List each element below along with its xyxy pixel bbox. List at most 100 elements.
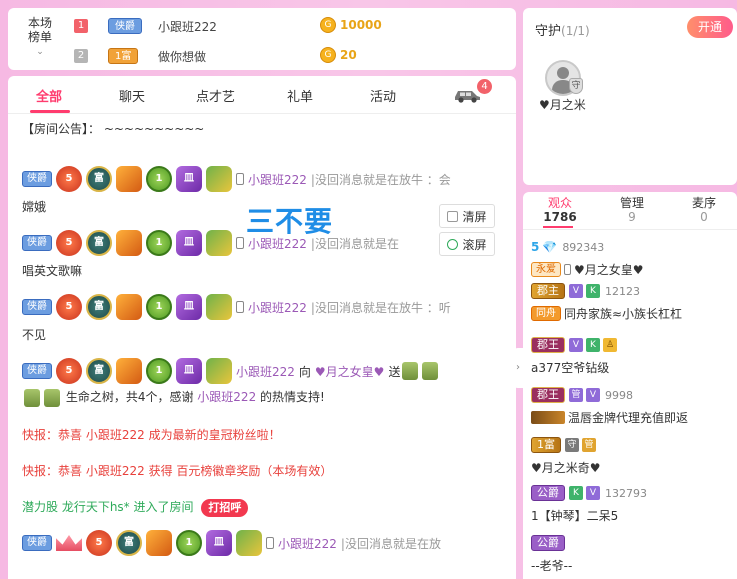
fan-tag: 永爱 [531, 261, 561, 277]
guard-member-name[interactable]: ♥月之米 [539, 96, 586, 113]
tab-talent[interactable]: 点才艺 [196, 86, 235, 105]
enter-room-message: 潜力股 龙行天下hs* 进入了房间 打招呼 [22, 498, 249, 517]
audience-name[interactable]: ♥月之米奇♥ [531, 459, 601, 476]
tab-activity[interactable]: 活动 [370, 86, 396, 105]
noble-badge: 郡主 [531, 283, 565, 299]
flash-user-name[interactable]: 小跟班222 [86, 464, 145, 478]
user-badge-row: 侠爵 5 富 1 皿 小跟班222 向 ♥月之女皇♥ 送 [22, 358, 440, 384]
rank-badge-icon: 1 [146, 294, 172, 320]
active-tab-indicator [30, 110, 70, 113]
audience-name[interactable]: 同舟家族≈小族长杠杠 [564, 305, 682, 322]
active-tab-indicator [543, 226, 573, 228]
chat-user-name[interactable]: 小跟班222 [197, 390, 256, 404]
car-badge-icon [206, 294, 232, 320]
gift-target-name[interactable]: ♥月之女皇♥ [315, 363, 385, 380]
noble-badge: 公爵 [531, 485, 565, 501]
noble-badge: 侠爵 [22, 363, 52, 379]
message-list[interactable]: 【房间公告】： ~~~~~~~~~~ 侠爵 5 富 1 皿 小跟班222 |没回… [8, 116, 508, 579]
phone-icon [236, 173, 244, 185]
room-notice: 【房间公告】： ~~~~~~~~~~ [22, 122, 205, 136]
clear-screen-button[interactable]: 清屏 [439, 204, 495, 228]
audience-badges: 公爵 [531, 534, 569, 552]
audience-panel: 观众 1786 管理 9 麦序 0 5 💎 892343 永爱 ♥月之女皇♥ 郡… [523, 192, 737, 579]
rank-title[interactable]: 本场 榜单 ⌄ [22, 16, 58, 59]
gift-message-continuation: 生命之树，共4个，感谢 小跟班222 的热情支持! [22, 388, 325, 407]
tab-chat[interactable]: 聊天 [119, 86, 145, 105]
person-icon: ♙ [603, 338, 617, 352]
chat-message-continuation: 不见 [22, 328, 47, 342]
rank-badge-icon: 1 [146, 166, 172, 192]
temple-badge-icon: 皿 [176, 166, 202, 192]
chat-tabs: 全部 聊天 点才艺 礼单 活动 4 [8, 76, 516, 114]
rank-row[interactable]: 2 1富 做你想做 G 20 [74, 46, 514, 66]
watermark-text: 三不要 [246, 205, 334, 238]
chat-user-name[interactable]: 小跟班222 [236, 363, 295, 380]
rank-user-name[interactable]: 小跟班222 [158, 18, 217, 35]
wealth-badge-icon: 富 [86, 358, 112, 384]
user-id: 9998 [605, 388, 633, 402]
chat-message-text: |没回消息就是在放 [340, 536, 441, 551]
tree-gift-icon [24, 388, 40, 407]
coin-icon: G [320, 47, 336, 63]
user-badge-row: 侠爵 5 富 1 皿 小跟班222 |没回消息就是在放牛 ：会 [22, 166, 451, 192]
flash-prefix: 快报：恭喜 [22, 428, 83, 442]
tab-audience-count: 1786 [543, 210, 577, 224]
temple-badge-icon: 皿 [176, 230, 202, 256]
manager-badge: 管 [582, 438, 596, 452]
user-id: 132793 [605, 486, 647, 500]
chat-message-text: |没回消息就是在放牛 ：会 [310, 172, 451, 187]
audience-name-row: ♥月之米奇♥ [531, 458, 601, 476]
chevron-down-icon[interactable]: ⌄ [22, 45, 58, 59]
audience-badges: 1富 守 管 [531, 436, 599, 454]
divider [523, 229, 737, 230]
audience-name-row: 温唇金牌代理充值即返 [531, 408, 688, 426]
audience-name[interactable]: 1【钟琴】二呆5 [531, 507, 618, 524]
audience-name[interactable]: a377空爷钻级 [531, 359, 609, 376]
car-badge-icon [206, 166, 232, 192]
tab-all[interactable]: 全部 [36, 86, 62, 105]
tab-audience-label: 观众 [547, 196, 572, 210]
manager-badge: 管 [569, 388, 583, 402]
flash-user-name[interactable]: 小跟班222 [86, 428, 145, 442]
rank-row[interactable]: 1 侠爵 小跟班222 G 10000 [74, 16, 514, 36]
phone-icon [564, 263, 571, 275]
tab-mic-queue-label: 麦序 [691, 196, 716, 210]
vip-icon: V [569, 284, 583, 298]
chat-message-text: |没回消息就是在放牛 ：听 [310, 300, 451, 315]
tab-admin[interactable]: 管理 9 [597, 196, 667, 224]
open-guard-button[interactable]: 开通 [687, 16, 733, 38]
car-badge-icon [206, 358, 232, 384]
guard-count: (1/1) [561, 24, 590, 38]
rank-number: 1 [74, 19, 88, 33]
audience-name[interactable]: --老爷-- [531, 557, 572, 574]
audience-name-row: --老爷-- [531, 556, 572, 574]
car-badge-icon [206, 230, 232, 256]
audience-badges: 郡主 V K 12123 [531, 282, 640, 300]
tab-admin-count: 9 [628, 210, 636, 224]
level-badge-icon: 5 [56, 230, 82, 256]
scroll-screen-button[interactable]: 滚屏 [439, 232, 495, 256]
fan-badge-icon [116, 166, 142, 192]
say-hi-button[interactable]: 打招呼 [201, 499, 249, 517]
tree-gift-icon [44, 388, 60, 407]
noble-badge: 郡王 [531, 337, 565, 353]
level-number: 5 [531, 240, 540, 254]
chat-user-name[interactable]: 小跟班222 [248, 299, 307, 316]
chat-panel: 全部 聊天 点才艺 礼单 活动 4 【房间公告】： ~~~~~~~~~~ 侠爵 … [8, 76, 516, 579]
chat-message-continuation: 唱英文歌嘛 [22, 264, 83, 278]
noble-badge: 侠爵 [22, 299, 52, 315]
tab-gift-list[interactable]: 礼单 [287, 86, 313, 105]
tab-audience[interactable]: 观众 1786 [525, 196, 595, 224]
audience-name[interactable]: 温唇金牌代理充值即返 [568, 409, 688, 426]
rank-number: 2 [74, 49, 88, 63]
chat-user-name[interactable]: 小跟班222 [248, 171, 307, 188]
audience-name[interactable]: ♥月之女皇♥ [574, 261, 644, 278]
level-badge-icon: 5 [56, 294, 82, 320]
temple-badge-icon: 皿 [176, 294, 202, 320]
car-count-badge: 4 [477, 79, 492, 94]
vip-icon: V [586, 486, 600, 500]
rank-user-name[interactable]: 做你想做 [158, 48, 206, 65]
enter-text: 潜力股 龙行天下hs* 进入了房间 [22, 500, 194, 514]
chat-user-name[interactable]: 小跟班222 [278, 535, 337, 552]
tab-mic-queue[interactable]: 麦序 0 [669, 196, 737, 224]
